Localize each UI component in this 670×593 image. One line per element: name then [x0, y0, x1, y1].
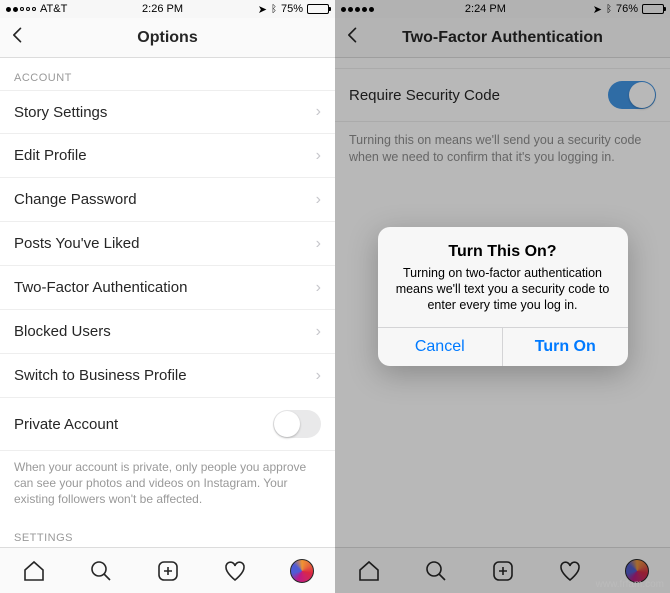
location-icon: ➤ — [258, 3, 267, 16]
back-button[interactable] — [343, 24, 363, 52]
confirm-alert: Turn This On? Turning on two-factor auth… — [378, 227, 628, 367]
carrier-label: AT&T — [40, 3, 67, 15]
heart-icon — [558, 559, 582, 583]
chevron-right-icon: › — [316, 235, 321, 253]
chevron-right-icon: › — [316, 191, 321, 209]
row-label: Edit Profile — [14, 147, 87, 164]
row-label: Change Password — [14, 191, 137, 208]
tab-activity[interactable] — [558, 559, 582, 583]
page-title: Options — [137, 29, 197, 47]
plus-square-icon — [491, 559, 515, 583]
chevron-right-icon: › — [316, 147, 321, 165]
home-icon — [357, 559, 381, 583]
screen-options: AT&T 2:26 PM ➤ ᛒ 75% Options ACCOUNT Sto… — [0, 0, 335, 593]
private-helper-text: When your account is private, only peopl… — [0, 451, 335, 518]
page-header: Options — [0, 18, 335, 58]
search-icon — [89, 559, 113, 583]
chevron-right-icon: › — [316, 279, 321, 297]
avatar-icon — [625, 559, 649, 583]
status-bar: 2:24 PM ➤ ᛒ 76% — [335, 0, 670, 18]
tab-profile[interactable] — [290, 559, 314, 583]
chevron-right-icon: › — [316, 323, 321, 341]
tab-activity[interactable] — [223, 559, 247, 583]
row-change-password[interactable]: Change Password › — [0, 178, 335, 222]
private-toggle[interactable] — [273, 410, 321, 438]
row-label: Two-Factor Authentication — [14, 279, 187, 296]
row-two-factor[interactable]: Two-Factor Authentication › — [0, 266, 335, 310]
chevron-left-icon — [343, 25, 363, 45]
row-story-settings[interactable]: Story Settings › — [0, 90, 335, 134]
heart-icon — [223, 559, 247, 583]
signal-dots-icon — [341, 7, 374, 12]
chevron-left-icon — [8, 25, 28, 45]
status-bar: AT&T 2:26 PM ➤ ᛒ 75% — [0, 0, 335, 18]
row-posts-liked[interactable]: Posts You've Liked › — [0, 222, 335, 266]
bluetooth-icon: ᛒ — [271, 4, 277, 15]
row-edit-profile[interactable]: Edit Profile › — [0, 134, 335, 178]
tab-home[interactable] — [22, 559, 46, 583]
tab-search[interactable] — [89, 559, 113, 583]
row-switch-business[interactable]: Switch to Business Profile › — [0, 354, 335, 398]
battery-icon — [642, 4, 664, 14]
tab-bar — [0, 547, 335, 593]
clock-label: 2:24 PM — [465, 3, 506, 15]
chevron-right-icon: › — [316, 103, 321, 121]
chevron-right-icon: › — [316, 367, 321, 385]
section-label-account: ACCOUNT — [0, 58, 335, 90]
home-icon — [22, 559, 46, 583]
tab-new-post[interactable] — [491, 559, 515, 583]
clock-label: 2:26 PM — [142, 3, 183, 15]
battery-icon — [307, 4, 329, 14]
turn-on-button[interactable]: Turn On — [502, 328, 628, 366]
location-icon: ➤ — [593, 3, 602, 16]
signal-dots-icon — [6, 7, 36, 12]
row-require-code[interactable]: Require Security Code — [335, 68, 670, 122]
tab-bar — [335, 547, 670, 593]
page-title: Two-Factor Authentication — [402, 29, 603, 47]
row-label: Switch to Business Profile — [14, 367, 187, 384]
search-icon — [424, 559, 448, 583]
section-label-settings: SETTINGS — [0, 518, 335, 547]
row-label: Blocked Users — [14, 323, 111, 340]
plus-square-icon — [156, 559, 180, 583]
battery-pct: 75% — [281, 3, 303, 15]
alert-message: Turning on two-factor authentication mea… — [394, 265, 612, 314]
alert-title: Turn This On? — [394, 243, 612, 261]
row-blocked-users[interactable]: Blocked Users › — [0, 310, 335, 354]
back-button[interactable] — [8, 24, 28, 52]
bluetooth-icon: ᛒ — [606, 4, 612, 15]
battery-pct: 76% — [616, 3, 638, 15]
require-code-description: Turning this on means we'll send you a s… — [335, 122, 670, 176]
row-label: Require Security Code — [349, 87, 500, 104]
row-label: Posts You've Liked — [14, 235, 139, 252]
require-code-toggle[interactable] — [608, 81, 656, 109]
avatar-icon — [290, 559, 314, 583]
tab-home[interactable] — [357, 559, 381, 583]
row-private-account[interactable]: Private Account — [0, 398, 335, 451]
cancel-button[interactable]: Cancel — [378, 328, 503, 366]
tab-new-post[interactable] — [156, 559, 180, 583]
row-label: Story Settings — [14, 104, 107, 121]
tab-profile[interactable] — [625, 559, 649, 583]
row-label: Private Account — [14, 416, 118, 433]
screen-two-factor: 2:24 PM ➤ ᛒ 76% Two-Factor Authenticatio… — [335, 0, 670, 593]
options-list[interactable]: ACCOUNT Story Settings › Edit Profile › … — [0, 58, 335, 547]
page-header: Two-Factor Authentication — [335, 18, 670, 58]
tab-search[interactable] — [424, 559, 448, 583]
